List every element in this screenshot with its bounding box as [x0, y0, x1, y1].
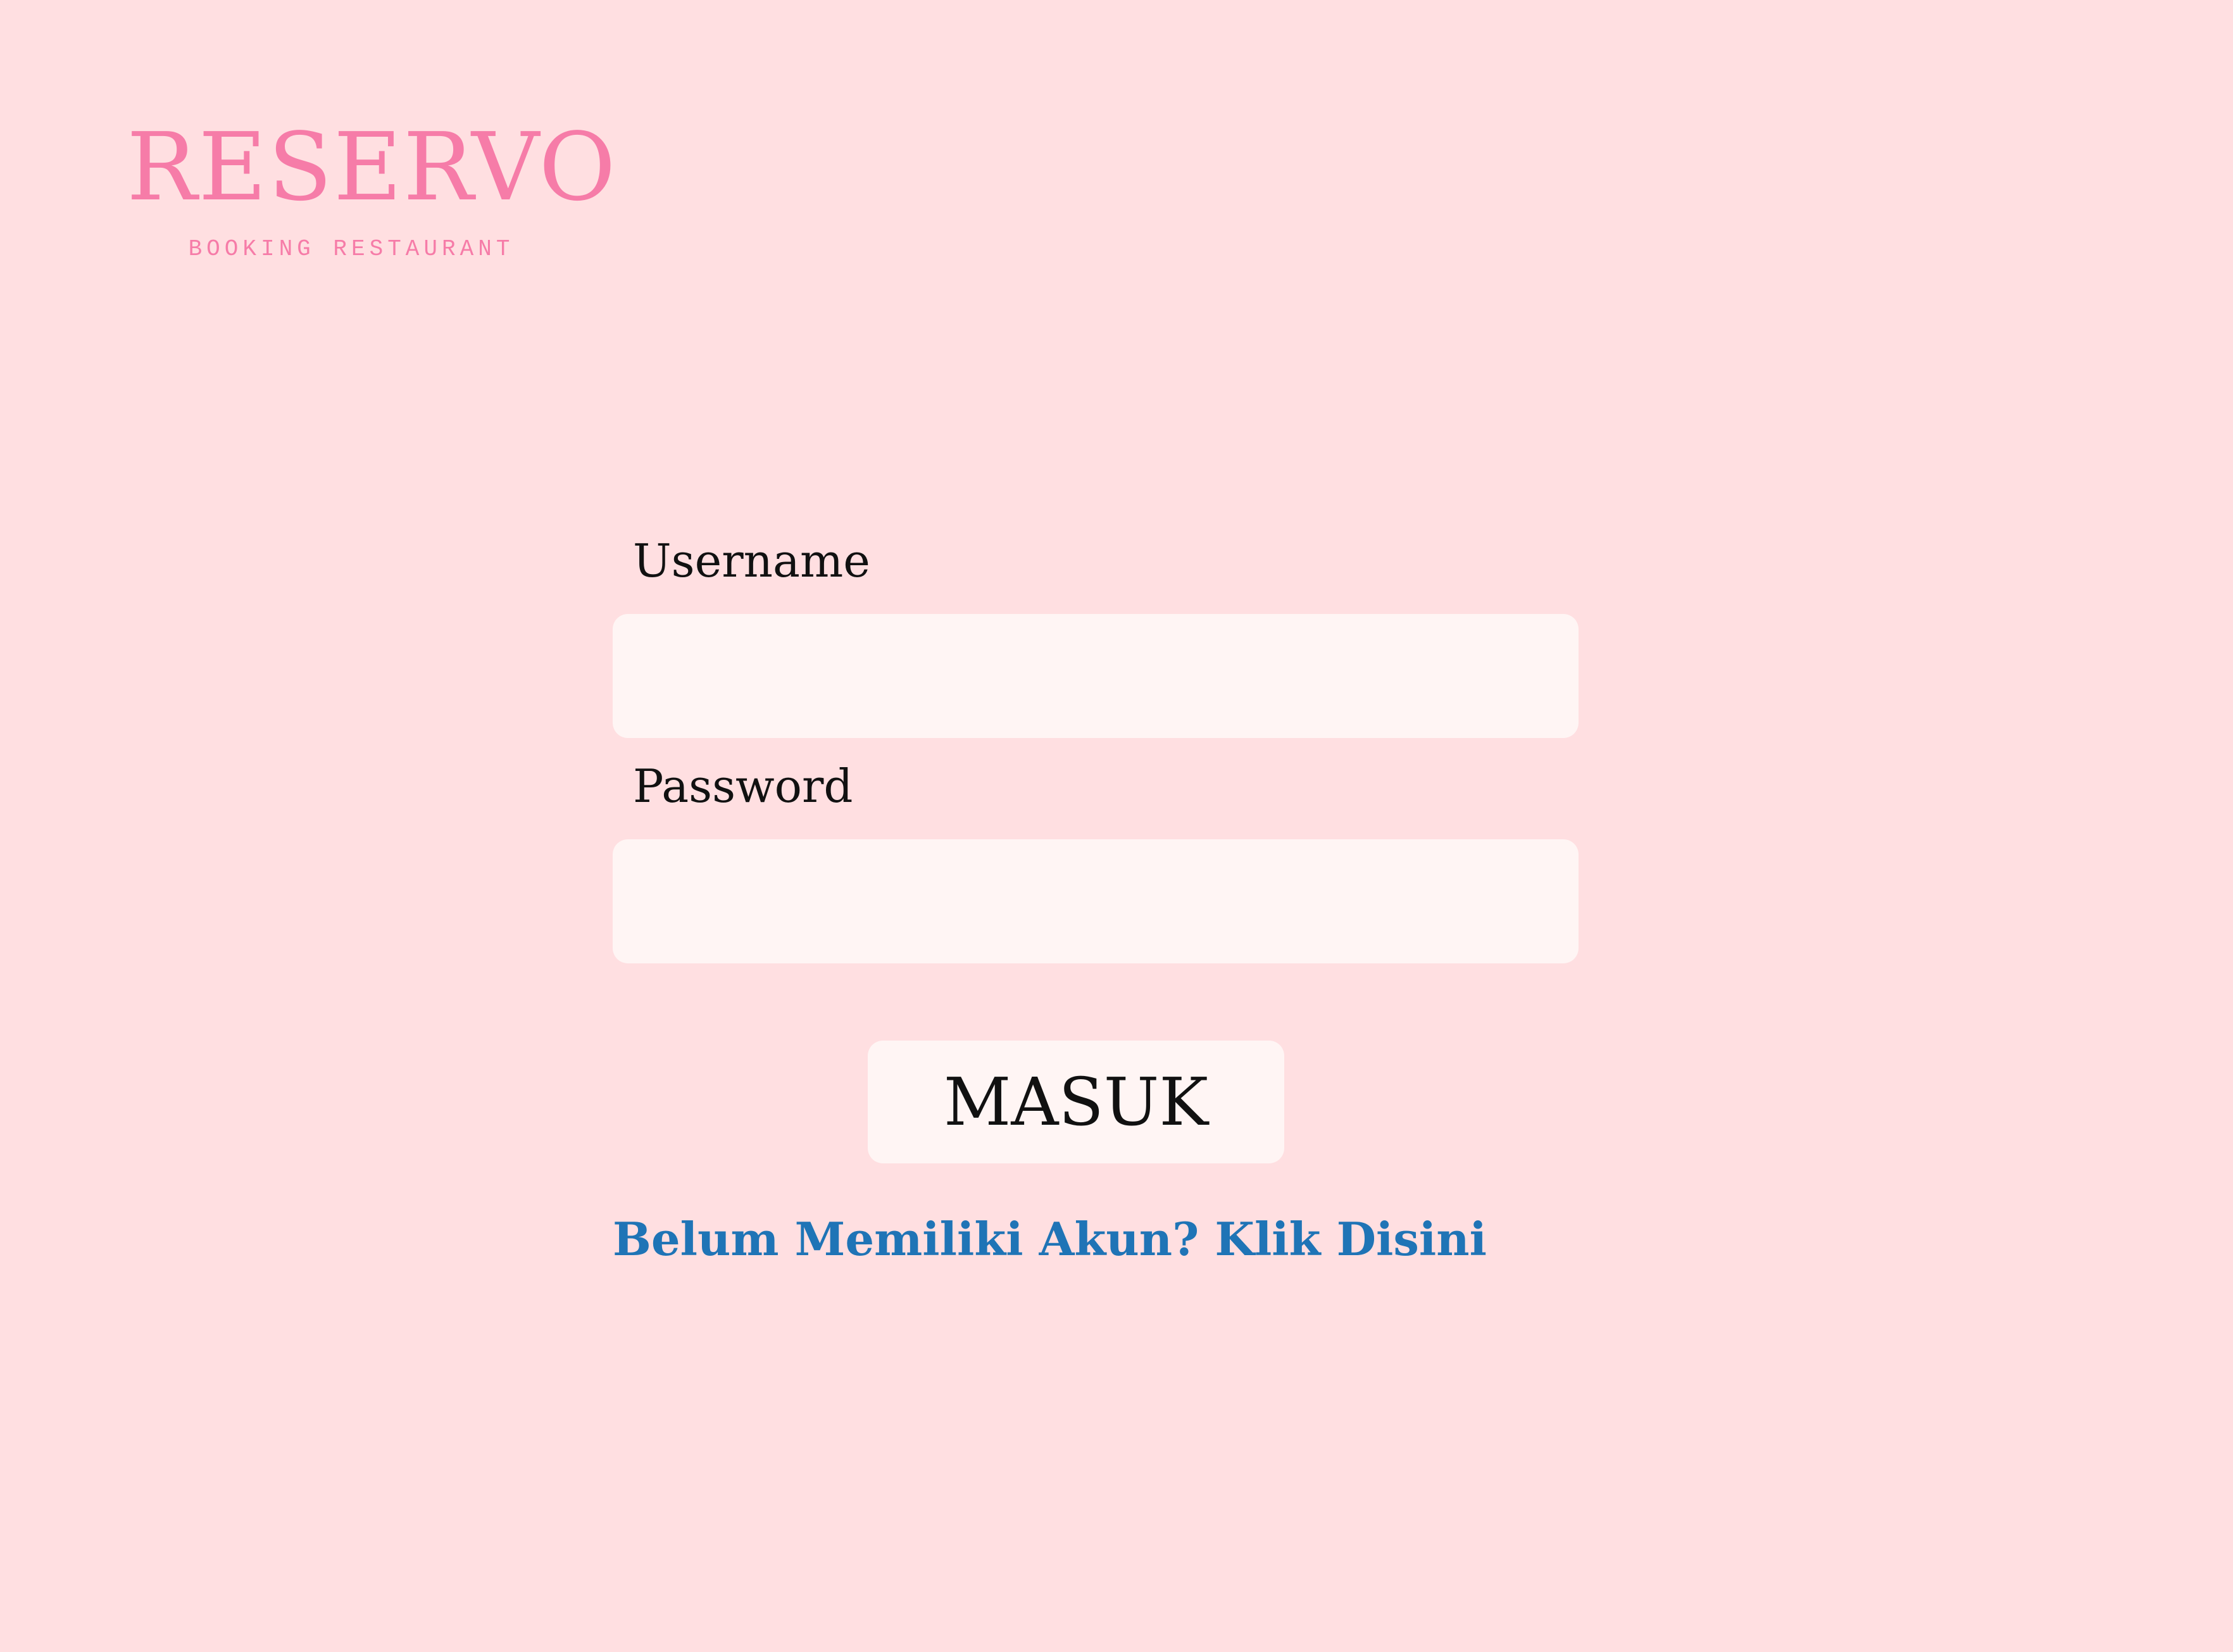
- username-label: Username: [633, 534, 870, 587]
- register-link[interactable]: Belum Memiliki Akun? Klik Disini: [613, 1217, 1487, 1262]
- username-input[interactable]: [613, 614, 1579, 738]
- brand-logo: RESERVO BOOKING RESTAURANT: [127, 113, 617, 262]
- login-form: Username Password MASUK Belum Memiliki A…: [613, 538, 1579, 1262]
- password-label: Password: [633, 760, 853, 813]
- login-page: RESERVO BOOKING RESTAURANT Username Pass…: [0, 0, 2233, 1652]
- brand-title: RESERVO: [127, 113, 617, 222]
- login-button[interactable]: MASUK: [868, 1041, 1284, 1163]
- brand-subtitle: BOOKING RESTAURANT: [188, 236, 515, 262]
- password-input[interactable]: [613, 839, 1579, 963]
- submit-row: MASUK: [613, 1041, 1579, 1163]
